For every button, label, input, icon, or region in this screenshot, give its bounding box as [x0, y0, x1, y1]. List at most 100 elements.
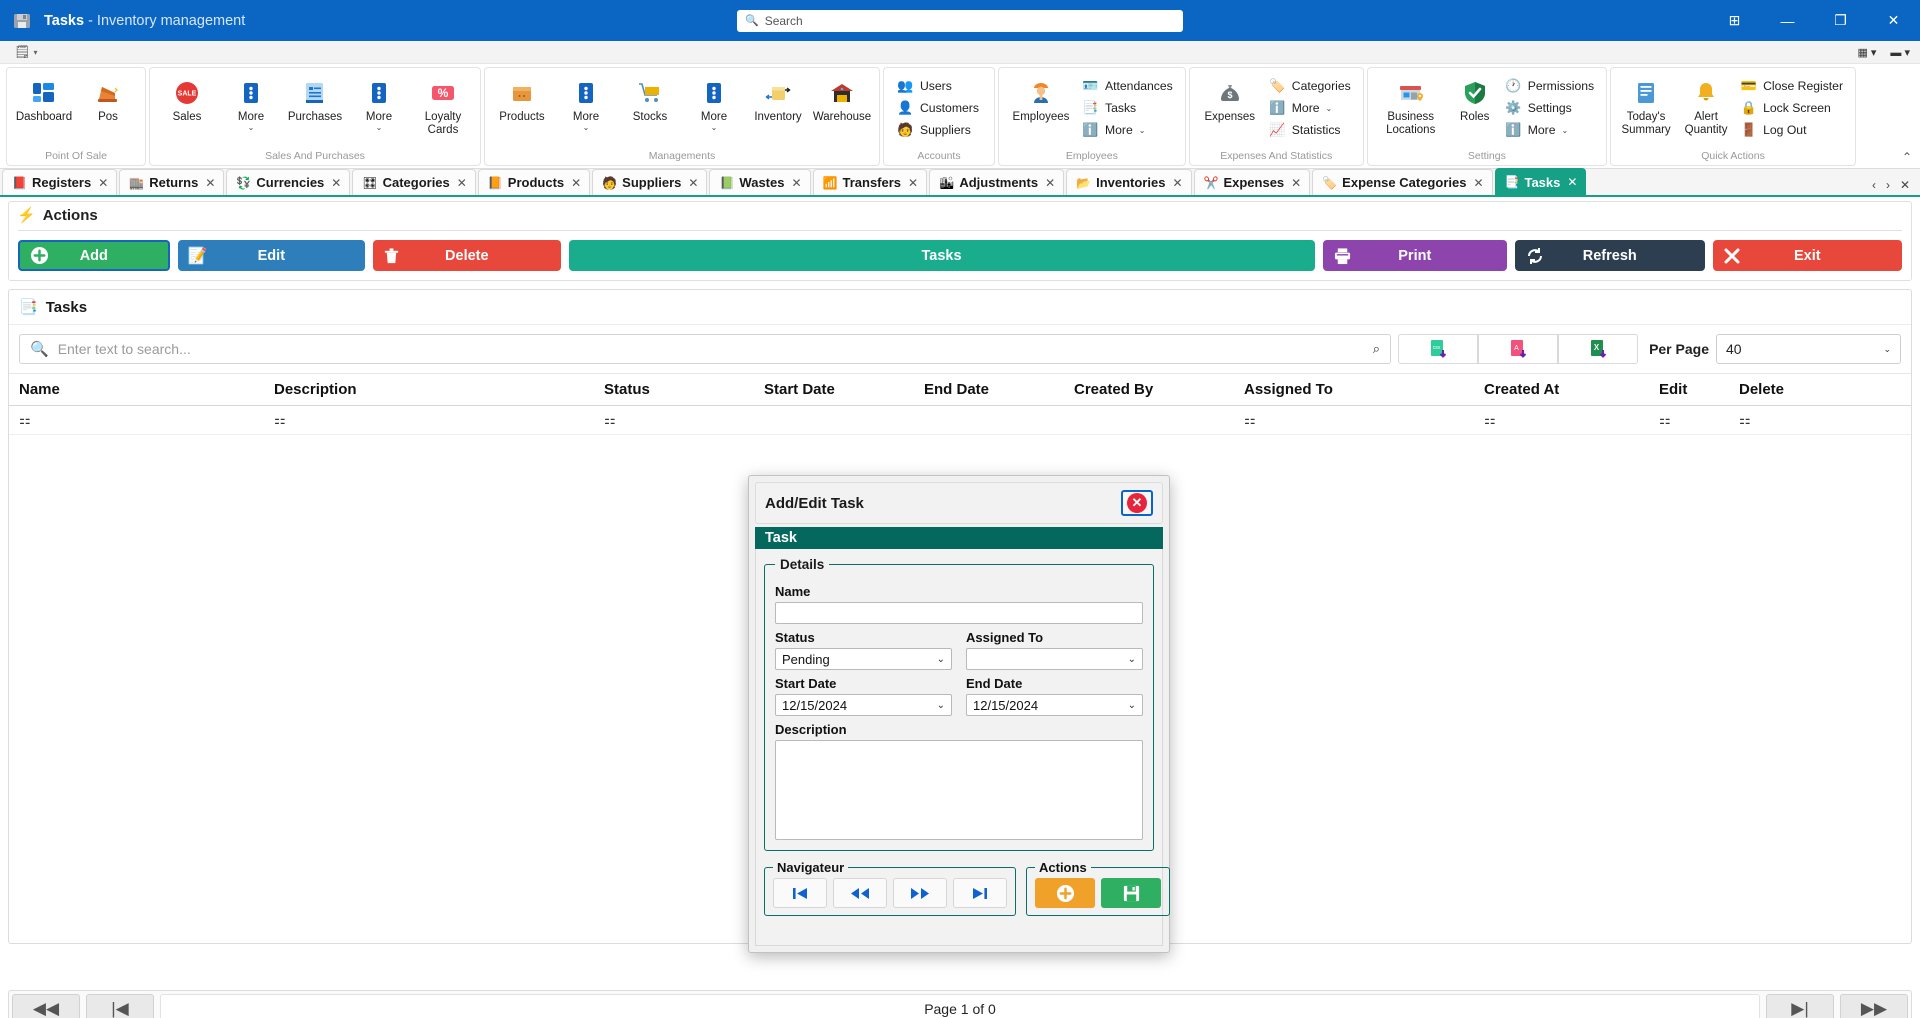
ribbon-button-expenses-more[interactable]: ℹ️ More ⌄: [1266, 98, 1357, 118]
column-created-at[interactable]: Created At: [1474, 374, 1649, 406]
ribbon-button-stocks[interactable]: Stocks: [619, 73, 681, 128]
tab-close-icon[interactable]: ✕: [1045, 176, 1055, 190]
ribbon-button-pos[interactable]: Pos: [77, 73, 139, 128]
document-list-icon[interactable]: 🗒: [14, 44, 31, 60]
ribbon-button-loyalty-cards[interactable]: % Loyalty Cards: [412, 73, 474, 140]
tab-wastes[interactable]: 📗Wastes✕: [709, 169, 810, 195]
ribbon-button-users[interactable]: 👥 Users: [894, 76, 985, 96]
cell-edit[interactable]: ⚏: [1649, 406, 1729, 435]
page-next-button[interactable]: ▶|: [1766, 994, 1834, 1018]
export-excel-button[interactable]: X: [1558, 334, 1638, 364]
ribbon-button-settings[interactable]: ⚙️ Settings: [1502, 98, 1600, 118]
ribbon-button-close-register[interactable]: 💳 Close Register: [1737, 76, 1849, 96]
ribbon-button-suppliers[interactable]: 🧑 Suppliers: [894, 120, 985, 140]
cell-delete[interactable]: ⚏: [1729, 406, 1911, 435]
ribbon-button-lock-screen[interactable]: 🔒 Lock Screen: [1737, 98, 1849, 118]
tab-close-icon[interactable]: ✕: [205, 176, 215, 190]
refresh-button[interactable]: Refresh: [1515, 240, 1704, 271]
name-input[interactable]: [775, 602, 1143, 624]
dialog-close-button[interactable]: ✕: [1121, 490, 1153, 516]
per-page-select[interactable]: 40 ⌄: [1716, 334, 1901, 364]
table-row[interactable]: ⚏ ⚏ ⚏ ⚏ ⚏ ⚏ ⚏: [9, 406, 1911, 435]
tab-close-icon[interactable]: ✕: [1172, 176, 1182, 190]
magnifier-icon[interactable]: ⌕: [1373, 341, 1380, 357]
delete-button[interactable]: Delete: [373, 240, 560, 271]
start-date-picker[interactable]: 12/15/2024 ⌄: [775, 694, 952, 716]
theme-toggle-icon[interactable]: ▬ ▾: [1890, 46, 1910, 59]
end-date-picker[interactable]: 12/15/2024 ⌄: [966, 694, 1143, 716]
tab-scroll-left-button[interactable]: ‹: [1872, 178, 1876, 192]
tab-close-icon[interactable]: ✕: [98, 176, 108, 190]
tab-expenses[interactable]: ✂️Expenses✕: [1194, 169, 1311, 195]
assigned-to-select[interactable]: ⌄: [966, 648, 1143, 670]
column-start-date[interactable]: Start Date: [754, 374, 914, 406]
tab-close-icon[interactable]: ✕: [571, 176, 581, 190]
ribbon-button-employees-more[interactable]: ℹ️ More ⌄: [1079, 120, 1179, 140]
global-search-box[interactable]: 🔍 Search: [737, 10, 1183, 32]
column-status[interactable]: Status: [594, 374, 754, 406]
ribbon-button-roles[interactable]: Roles: [1450, 73, 1500, 128]
tab-transfers[interactable]: 📶Transfers✕: [813, 169, 928, 195]
minimize-button[interactable]: —: [1761, 0, 1814, 41]
column-end-date[interactable]: End Date: [914, 374, 1064, 406]
ribbon-button-customers[interactable]: 👤 Customers: [894, 98, 985, 118]
nav-last-button[interactable]: [953, 878, 1007, 908]
ribbon-button-purchases-more[interactable]: More ⌄: [348, 73, 410, 136]
ribbon-button-statistics[interactable]: 📈 Statistics: [1266, 120, 1357, 140]
dialog-save-button[interactable]: [1101, 878, 1161, 908]
split-view-button[interactable]: ⊞: [1708, 0, 1761, 41]
column-description[interactable]: Description: [264, 374, 594, 406]
column-delete[interactable]: Delete: [1729, 374, 1911, 406]
ribbon-button-categories[interactable]: 🏷️ Categories: [1266, 76, 1357, 96]
ribbon-button-sales[interactable]: SALE Sales: [156, 73, 218, 128]
tab-close-icon[interactable]: ✕: [331, 176, 341, 190]
tab-close-icon[interactable]: ✕: [1567, 175, 1577, 189]
ribbon-button-todays-summary[interactable]: Today's Summary: [1617, 73, 1675, 140]
page-prev-button[interactable]: |◀: [86, 994, 154, 1018]
tab-close-icon[interactable]: ✕: [908, 176, 918, 190]
tab-inventories[interactable]: 📂Inventories✕: [1066, 169, 1191, 195]
edit-button[interactable]: 📝 Edit: [178, 240, 365, 271]
ribbon-button-attendances[interactable]: 🪪 Attendances: [1079, 76, 1179, 96]
ribbon-button-log-out[interactable]: 🚪 Log Out: [1737, 120, 1849, 140]
dialog-new-button[interactable]: [1035, 878, 1095, 908]
status-select[interactable]: Pending ⌄: [775, 648, 952, 670]
tab-products[interactable]: 📙Products✕: [478, 169, 590, 195]
tab-close-icon[interactable]: ✕: [1473, 176, 1483, 190]
tab-close-icon[interactable]: ✕: [457, 176, 467, 190]
tab-expense-categories[interactable]: 🏷️Expense Categories✕: [1312, 169, 1492, 195]
tab-close-icon[interactable]: ✕: [1291, 176, 1301, 190]
ribbon-button-inventory[interactable]: Inventory: [747, 73, 809, 128]
grid-search-input[interactable]: 🔍 Enter text to search... ⌕: [19, 334, 1391, 364]
ribbon-button-products[interactable]: Products: [491, 73, 553, 128]
tab-close-icon[interactable]: ✕: [791, 176, 801, 190]
description-textarea[interactable]: [775, 740, 1143, 840]
exit-button[interactable]: Exit: [1713, 240, 1902, 271]
tab-close-icon[interactable]: ✕: [688, 176, 698, 190]
tab-tasks[interactable]: 📑Tasks✕: [1495, 168, 1587, 195]
close-button[interactable]: ✕: [1867, 0, 1920, 41]
tab-suppliers[interactable]: 🧑Suppliers✕: [592, 169, 707, 195]
tasks-action-button[interactable]: Tasks: [569, 240, 1315, 271]
ribbon-button-tasks[interactable]: 📑 Tasks: [1079, 98, 1179, 118]
tab-currencies[interactable]: 💱Currencies✕: [226, 169, 350, 195]
add-button[interactable]: Add: [18, 240, 170, 271]
ribbon-button-purchases[interactable]: Purchases: [284, 73, 346, 128]
chevron-down-icon[interactable]: ▾: [34, 48, 38, 57]
export-csv-button[interactable]: csv: [1398, 334, 1478, 364]
tab-returns[interactable]: 🏬Returns✕: [119, 169, 224, 195]
ribbon-button-employees[interactable]: Employees: [1005, 73, 1077, 128]
nav-prev-button[interactable]: [833, 878, 887, 908]
ribbon-button-permissions[interactable]: 🕐 Permissions: [1502, 76, 1600, 96]
page-first-button[interactable]: ◀◀: [12, 994, 80, 1018]
ribbon-button-settings-more[interactable]: ℹ️ More ⌄: [1502, 120, 1600, 140]
column-name[interactable]: Name: [9, 374, 264, 406]
nav-first-button[interactable]: [773, 878, 827, 908]
ribbon-button-dashboard[interactable]: Dashboard: [13, 73, 75, 128]
column-created-by[interactable]: Created By: [1064, 374, 1234, 406]
tab-adjustments[interactable]: 🏙Adjustments✕: [929, 169, 1064, 195]
tab-registers[interactable]: 📕Registers✕: [2, 169, 117, 195]
ribbon-button-expenses[interactable]: $ Expenses: [1196, 73, 1264, 128]
maximize-button[interactable]: ❐: [1814, 0, 1867, 41]
tab-scroll-right-button[interactable]: ›: [1886, 178, 1890, 192]
